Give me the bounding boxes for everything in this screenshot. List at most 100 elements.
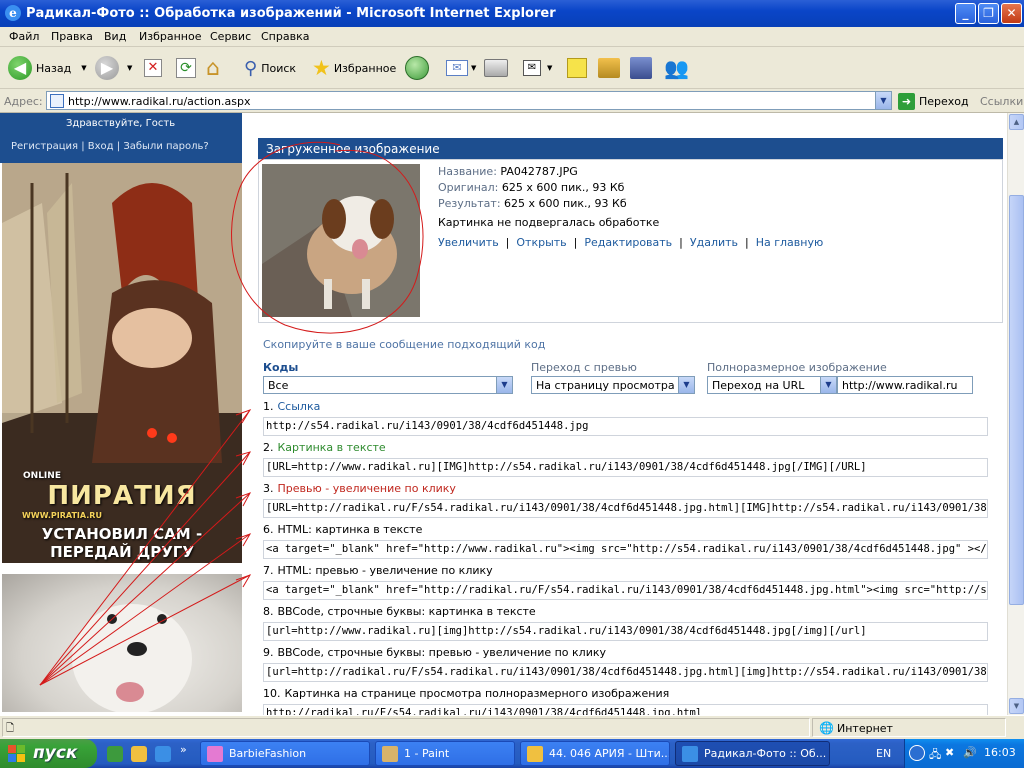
quicklaunch-icon[interactable] [107, 746, 123, 762]
chevron-down-icon[interactable]: ▼ [127, 64, 132, 72]
links-toolbar[interactable]: Ссылки [980, 95, 1023, 108]
code-field[interactable]: [url=http://radikal.ru/F/s54.radikal.ru/… [263, 663, 988, 682]
maximize-button[interactable]: ❐ [978, 3, 999, 24]
code-field[interactable]: [URL=http://radikal.ru/F/s54.radikal.ru/… [263, 499, 988, 518]
edit-link[interactable]: Редактировать [584, 236, 672, 249]
code-item-title: Ссылка [277, 400, 321, 413]
home-link[interactable]: На главную [756, 236, 824, 249]
task-ie-radikal[interactable]: Радикал-Фото :: Об... [675, 741, 830, 766]
task-barbiefashion[interactable]: BarbieFashion [200, 741, 370, 766]
code-field[interactable]: http://radikal.ru/F/s54.radikal.ru/i143/… [263, 704, 988, 715]
mail-button[interactable]: ✉ ▼ [446, 54, 476, 82]
code-item: 6. HTML: картинка в тексте <a target="_bla… [263, 523, 988, 559]
fullsize-url-input[interactable]: http://www.radikal.ru [837, 376, 973, 394]
chevron-down-icon[interactable]: ▼ [471, 64, 476, 72]
tray-app-icon[interactable]: ✖ [945, 746, 954, 759]
code-field[interactable]: [url=http://www.radikal.ru][img]http://s… [263, 622, 988, 641]
scroll-down-button[interactable]: ▼ [1009, 698, 1024, 714]
task-label: 1 - Paint [404, 747, 450, 760]
tray-expand-icon[interactable] [909, 745, 925, 761]
code-field[interactable]: <a target="_blank" href="http://radikal.… [263, 581, 988, 600]
code-item-label: 2. Картинка в тексте [263, 441, 988, 455]
stop-button[interactable]: ✕ [144, 54, 162, 82]
start-button[interactable]: пуск [0, 739, 97, 768]
delete-link[interactable]: Удалить [690, 236, 738, 249]
edit-button[interactable]: ✉ ▼ [523, 54, 552, 82]
task-app-icon [207, 746, 223, 762]
scroll-thumb[interactable] [1009, 195, 1024, 605]
go-button[interactable]: ➜ Переход [898, 92, 969, 110]
menu-view[interactable]: Вид [104, 30, 126, 43]
menu-help[interactable]: Справка [261, 30, 309, 43]
history-button[interactable] [405, 54, 429, 82]
auth-links[interactable]: Регистрация | Вход | Забыли пароль? [11, 141, 209, 152]
ie-quicklaunch-icon[interactable] [155, 746, 171, 762]
media-button[interactable] [630, 54, 652, 82]
page-status-icon: 🗋 [6, 723, 15, 734]
messenger-icon: 👥 [664, 56, 689, 80]
back-button[interactable]: ◀ Назад ▼ [8, 54, 87, 82]
ad-brand-small: ONLINE [23, 471, 61, 481]
code-field[interactable]: http://s54.radikal.ru/i143/0901/38/4cdf6… [263, 417, 988, 436]
music-icon [527, 746, 543, 762]
fullsize-select-value: Переход на URL [712, 379, 805, 392]
uploaded-thumbnail[interactable] [262, 164, 420, 317]
minimize-button[interactable]: _ [955, 3, 976, 24]
print-button[interactable] [484, 54, 508, 82]
research-button[interactable] [598, 54, 620, 82]
chevron-down-icon[interactable]: ▼ [875, 92, 891, 109]
code-item-number: 6. [263, 523, 274, 536]
search-button[interactable]: ⚲ Поиск [244, 54, 296, 82]
messenger-button[interactable]: 👥 [664, 54, 689, 82]
globe-icon: 🌐 [819, 721, 834, 735]
address-input[interactable]: http://www.radikal.ru/action.aspx ▼ [46, 91, 892, 110]
search-label: Поиск [261, 61, 297, 75]
codes-select[interactable]: Все ▼ [263, 376, 513, 394]
code-field[interactable]: <a target="_blank" href="http://www.radi… [263, 540, 988, 559]
open-link[interactable]: Открыть [516, 236, 566, 249]
quicklaunch-more-icon[interactable]: » [180, 743, 187, 756]
enlarge-link[interactable]: Увеличить [438, 236, 499, 249]
forward-arrow-icon: ▶ [95, 56, 119, 80]
preview-select[interactable]: На страницу просмотра ▼ [531, 376, 695, 394]
code-item-number: 8. [263, 605, 274, 618]
task-music[interactable]: 44. 046 АРИЯ - Шти... [520, 741, 670, 766]
vertical-scrollbar[interactable]: ▲ ▼ [1007, 113, 1024, 715]
piratia-banner-ad[interactable]: ONLINE ПИРАТИЯ WWW.PIRATIA.RU УСТАНОВИЛ … [2, 163, 242, 563]
code-item: 8. BBCode, строчные буквы: картинка в тек… [263, 605, 988, 641]
code-field[interactable]: [URL=http://www.radikal.ru][IMG]http://s… [263, 458, 988, 477]
menu-file[interactable]: Файл [9, 30, 39, 43]
chevron-down-icon[interactable]: ▼ [547, 64, 552, 72]
chevron-down-icon[interactable]: ▼ [678, 377, 694, 393]
network-icon[interactable]: 🖧 [929, 746, 941, 765]
status-bar: 🗋 🌐 Интернет [0, 715, 1024, 739]
refresh-button[interactable]: ⟳ [176, 54, 196, 82]
close-button[interactable]: ✕ [1001, 3, 1022, 24]
print-icon [484, 59, 508, 77]
chevron-down-icon[interactable]: ▼ [81, 64, 86, 72]
volume-icon[interactable]: 🔊 [963, 746, 977, 759]
forward-button[interactable]: ▶ ▼ [95, 54, 132, 82]
title-bar: e Радикал-Фото :: Обработка изображений … [0, 0, 1024, 27]
menu-edit[interactable]: Правка [51, 30, 93, 43]
favorites-button[interactable]: ★ Избранное [312, 54, 396, 82]
task-paint[interactable]: 1 - Paint [375, 741, 515, 766]
dog-banner-ad[interactable] [2, 574, 242, 712]
home-button[interactable]: ⌂ [206, 54, 220, 82]
code-item: 2. Картинка в тексте [URL=http://www.radik… [263, 441, 988, 477]
code-item-number: 9. [263, 646, 274, 659]
chevron-down-icon[interactable]: ▼ [496, 377, 512, 393]
scroll-up-button[interactable]: ▲ [1009, 114, 1024, 130]
menu-tools[interactable]: Сервис [210, 30, 251, 43]
menu-favorites[interactable]: Избранное [139, 30, 201, 43]
main-content: Загруженное изображение Название: PA0427… [258, 113, 1007, 715]
language-indicator[interactable]: EN [876, 747, 891, 760]
chevron-down-icon[interactable]: ▼ [820, 377, 836, 393]
discuss-button[interactable] [567, 54, 587, 82]
search-icon: ⚲ [244, 57, 258, 79]
dog-photo [72, 604, 192, 712]
fullsize-select[interactable]: Переход на URL ▼ [707, 376, 837, 394]
favorites-star-icon: ★ [312, 56, 331, 80]
clock: 16:03 [984, 746, 1016, 759]
quicklaunch-icon[interactable] [131, 746, 147, 762]
